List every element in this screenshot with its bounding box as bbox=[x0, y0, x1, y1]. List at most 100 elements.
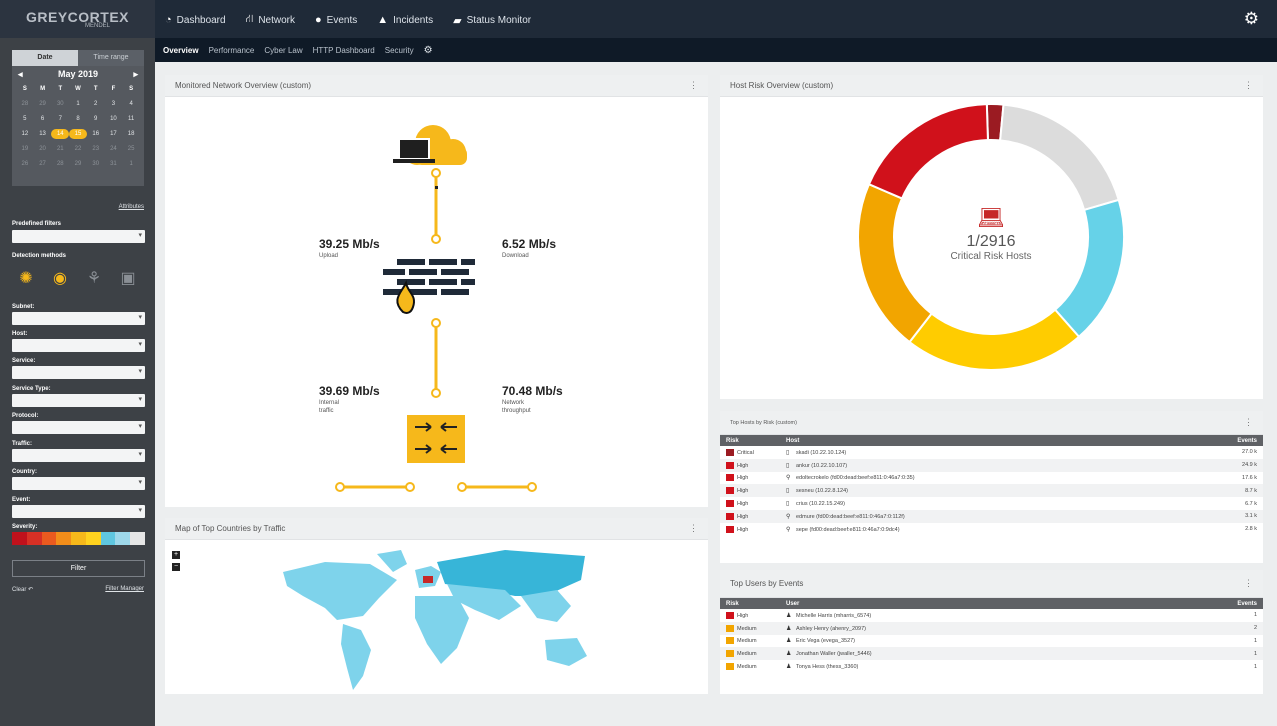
nav-dashboard[interactable]: ◔ Dashboard bbox=[157, 10, 234, 30]
calendar-day[interactable]: 19 bbox=[16, 144, 34, 154]
tab-performance[interactable]: Performance bbox=[209, 46, 255, 55]
table-row[interactable]: High ⚲ edmure (fd00:dead:beef:e811:0:46a7:… bbox=[720, 509, 1263, 523]
app-logo[interactable]: GREYCORTEX MENDEL bbox=[0, 0, 155, 38]
severity-swatch[interactable] bbox=[26, 532, 42, 545]
calendar-day[interactable]: 25 bbox=[122, 144, 140, 154]
nav-incidents[interactable]: ▲ Incidents bbox=[369, 10, 441, 30]
calendar-day[interactable]: 26 bbox=[16, 159, 34, 169]
column-header[interactable]: Risk bbox=[720, 435, 780, 446]
severity-swatch[interactable] bbox=[85, 532, 101, 545]
calendar-day[interactable]: 13 bbox=[34, 129, 52, 139]
calendar-day[interactable]: 6 bbox=[34, 114, 52, 124]
calendar-day[interactable]: 27 bbox=[34, 159, 52, 169]
attributes-link[interactable]: Attributes bbox=[119, 204, 144, 210]
user-cell[interactable]: ♟ Tonya Hess (thess_3360) bbox=[780, 660, 1145, 673]
filter-select[interactable] bbox=[12, 366, 145, 379]
user-label[interactable]: Michelle Harris (mharris_6574) bbox=[796, 613, 871, 619]
calendar-day[interactable]: 29 bbox=[69, 159, 87, 169]
calendar-day[interactable]: 29 bbox=[34, 99, 52, 109]
host-cell[interactable]: ⚲ edmure (fd00:dead:beef:e811:0:46a7:0:11… bbox=[780, 509, 1175, 523]
calendar-day[interactable]: 4 bbox=[122, 99, 140, 109]
user-cell[interactable]: ♟ Michelle Harris (mharris_6574) bbox=[780, 609, 1145, 622]
filter-manager-link[interactable]: Filter Manager bbox=[105, 586, 144, 592]
user-cell[interactable]: ♟ Jonathan Waller (jwaller_5446) bbox=[780, 647, 1145, 661]
nav-status-monitor[interactable]: ▰ Status Monitor bbox=[445, 10, 539, 30]
table-row[interactable]: High ⚲ edoltecrokelo (fd00:dead:beef:e811:… bbox=[720, 472, 1263, 485]
calendar-day[interactable]: 7 bbox=[51, 114, 69, 124]
tab-http-dashboard[interactable]: HTTP Dashboard bbox=[313, 46, 375, 55]
calendar-day[interactable]: 5 bbox=[16, 114, 34, 124]
severity-swatch[interactable] bbox=[130, 532, 146, 545]
calendar-day[interactable]: 17 bbox=[105, 129, 123, 139]
fingerprint-icon[interactable]: ◉ bbox=[50, 268, 70, 288]
calendar-day[interactable]: 23 bbox=[87, 144, 105, 154]
host-label[interactable]: edoltecrokelo (fd00:dead:beef:e811:0:46a… bbox=[796, 475, 915, 481]
table-row[interactable]: High ▯ ankur (10.22.10.107) 24.9 k bbox=[720, 458, 1263, 472]
host-cell[interactable]: ⚲ sepe (fd00:dead:beef:e811:0:46a7:0:9dc4… bbox=[780, 523, 1174, 536]
calendar-day[interactable]: 16 bbox=[87, 129, 105, 139]
calendar-day[interactable]: 14 bbox=[51, 129, 70, 139]
tab-overview[interactable]: Overview bbox=[163, 46, 199, 55]
filter-select[interactable] bbox=[12, 449, 145, 462]
world-map[interactable] bbox=[165, 540, 708, 694]
user-cell[interactable]: ♟ Ashley Henry (ahenry_2097) bbox=[780, 621, 1145, 635]
donut-segment[interactable] bbox=[867, 103, 989, 200]
filter-select[interactable] bbox=[12, 505, 145, 518]
severity-swatch[interactable] bbox=[12, 532, 27, 545]
panel-menu-icon[interactable]: ⋮ bbox=[1244, 417, 1253, 428]
user-label[interactable]: Eric Vega (evega_3527) bbox=[796, 638, 855, 644]
panel-menu-icon[interactable]: ⋮ bbox=[1244, 578, 1253, 589]
filter-select[interactable] bbox=[12, 312, 145, 325]
host-cell[interactable]: ▯ skadi (10.22.10.124) bbox=[780, 446, 1174, 459]
table-row[interactable]: Medium ♟ Jonathan Waller (jwaller_5446) 1 bbox=[720, 647, 1263, 661]
host-label[interactable]: crius (10.22.15.249) bbox=[796, 501, 845, 507]
nav-events[interactable]: ● Events bbox=[307, 10, 365, 30]
host-cell[interactable]: ▯ ankur (10.22.10.107) bbox=[780, 458, 1175, 472]
user-label[interactable]: Ashley Henry (ahenry_2097) bbox=[796, 626, 866, 632]
host-label[interactable]: skadi (10.22.10.124) bbox=[796, 450, 846, 456]
gear-icon[interactable]: ⚙ bbox=[1244, 9, 1259, 29]
calendar-day[interactable]: 28 bbox=[16, 99, 34, 109]
panel-menu-icon[interactable]: ⋮ bbox=[1244, 80, 1253, 91]
severity-swatch[interactable] bbox=[41, 532, 57, 545]
calendar-day[interactable]: 21 bbox=[51, 144, 69, 154]
table-row[interactable]: High ⚲ sepe (fd00:dead:beef:e811:0:46a7:0:… bbox=[720, 523, 1263, 536]
host-label[interactable]: sesneu (10.22.8.124) bbox=[796, 488, 848, 494]
calendar-day[interactable]: 1 bbox=[122, 159, 140, 169]
table-row[interactable]: High ▯ sesneu (10.22.8.124) 8.7 k bbox=[720, 484, 1263, 498]
filter-select[interactable] bbox=[12, 339, 145, 352]
user-label[interactable]: Jonathan Waller (jwaller_5446) bbox=[796, 651, 872, 657]
filter-button[interactable]: Filter bbox=[12, 560, 145, 577]
table-row[interactable]: Critical ▯ skadi (10.22.10.124) 27.0 k bbox=[720, 446, 1263, 459]
tab-security[interactable]: Security bbox=[385, 46, 414, 55]
share-icon[interactable]: ⚘ bbox=[84, 268, 104, 288]
host-label[interactable]: sepe (fd00:dead:beef:e811:0:46a7:0:9dc4) bbox=[796, 527, 900, 533]
panel-menu-icon[interactable]: ⋮ bbox=[689, 523, 698, 534]
clear-link[interactable]: Clear ↶ bbox=[12, 586, 33, 593]
severity-swatch[interactable] bbox=[100, 532, 116, 545]
column-header[interactable]: Host bbox=[780, 435, 1175, 446]
column-header[interactable]: Risk bbox=[720, 598, 780, 609]
host-label[interactable]: ankur (10.22.10.107) bbox=[796, 463, 847, 469]
prev-month-icon[interactable]: ◂ bbox=[18, 69, 23, 80]
host-label[interactable]: edmure (fd00:dead:beef:e811:0:46a7:0:112… bbox=[796, 514, 905, 520]
dashboard-settings-icon[interactable]: ⚙ bbox=[424, 45, 433, 56]
calendar-day[interactable]: 10 bbox=[105, 114, 123, 124]
column-header[interactable]: Events bbox=[1144, 598, 1263, 609]
column-header[interactable]: Events bbox=[1174, 435, 1263, 446]
calendar-day[interactable]: 28 bbox=[51, 159, 69, 169]
calendar-day[interactable]: 22 bbox=[69, 144, 87, 154]
calendar-day[interactable]: 18 bbox=[122, 129, 140, 139]
calendar-day[interactable]: 15 bbox=[69, 129, 87, 139]
host-cell[interactable]: ▯ crius (10.22.15.249) bbox=[780, 497, 1174, 510]
calendar-day[interactable]: 8 bbox=[69, 114, 87, 124]
tab-cyber-law[interactable]: Cyber Law bbox=[264, 46, 302, 55]
calendar-day[interactable]: 2 bbox=[87, 99, 105, 109]
calendar-day[interactable]: 24 bbox=[105, 144, 123, 154]
filter-select[interactable] bbox=[12, 477, 145, 490]
calendar-day[interactable]: 30 bbox=[51, 99, 69, 109]
donut-segment[interactable] bbox=[999, 103, 1120, 212]
table-row[interactable]: High ♟ Michelle Harris (mharris_6574) 1 bbox=[720, 609, 1263, 622]
panel-menu-icon[interactable]: ⋮ bbox=[689, 80, 698, 91]
brain-icon[interactable]: ✺ bbox=[16, 268, 36, 288]
